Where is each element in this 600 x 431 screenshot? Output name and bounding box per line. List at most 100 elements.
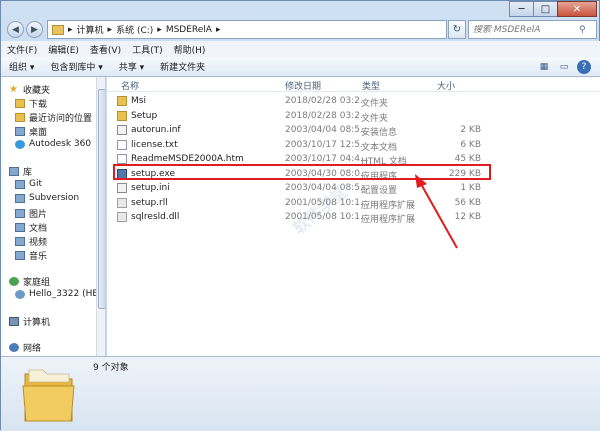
- sidebar-scrollbar[interactable]: [96, 77, 105, 356]
- sidebar-item-git[interactable]: Git: [15, 179, 42, 189]
- breadcrumb-separator: ▸: [68, 24, 73, 35]
- file-date: 2003/04/04 08:5...: [285, 125, 369, 135]
- homegroup-icon: [9, 277, 19, 286]
- menu-edit[interactable]: 编辑(E): [48, 43, 79, 56]
- sidebar-item-music[interactable]: 音乐: [15, 249, 47, 262]
- file-row[interactable]: autorun.inf 2003/04/04 08:5... 安装信息 2 KB: [115, 123, 489, 138]
- star-icon: ★: [9, 84, 18, 95]
- sidebar-homegroup[interactable]: 家庭组: [9, 275, 50, 288]
- search-box[interactable]: ⚲: [468, 20, 597, 39]
- file-name: sqlresld.dll: [131, 212, 180, 222]
- help-icon[interactable]: ?: [577, 60, 591, 74]
- sidebar-item-label: Autodesk 360: [29, 139, 92, 149]
- view-controls: ▦ ▭ ?: [531, 60, 591, 74]
- file-row[interactable]: Setup 2018/02/28 03:2... 文件夹: [115, 109, 489, 124]
- address-row: ◀ ▶ ▸ 计算机 ▸ 系统 (C:) ▸ MSDERelA ▸ ↻ ⚲: [5, 19, 597, 41]
- videos-icon: [15, 237, 25, 246]
- organize-button[interactable]: 组织 ▾: [9, 60, 34, 73]
- folder-icon: [117, 110, 127, 121]
- file-row[interactable]: license.txt 2003/10/17 12:5... 文本文档 6 KB: [115, 138, 489, 153]
- window-controls: ─ □ ✕: [509, 1, 597, 17]
- column-date[interactable]: 修改日期: [285, 79, 321, 92]
- maximize-button[interactable]: □: [533, 1, 558, 17]
- navigation-pane: ★ 收藏夹 下载 最近访问的位置 桌面 Autodesk 360 库 Git S…: [1, 77, 106, 356]
- view-options-icon[interactable]: ▦: [537, 60, 551, 74]
- menu-help[interactable]: 帮助(H): [174, 43, 206, 56]
- command-bar: 组织 ▾ 包含到库中 ▾ 共享 ▾ 新建文件夹 ▦ ▭ ?: [1, 57, 600, 77]
- file-date: 2001/05/08 10:1...: [285, 212, 369, 222]
- sidebar-item-label: Subversion: [29, 193, 80, 203]
- breadcrumb-separator: ▸: [107, 24, 113, 35]
- share-button[interactable]: 共享 ▾: [119, 60, 144, 73]
- sidebar-item-hello[interactable]: Hello_3322 (HEL: [15, 289, 103, 299]
- sidebar-item-subversion[interactable]: Subversion: [15, 193, 79, 203]
- search-icon[interactable]: ⚲: [579, 25, 586, 35]
- sidebar-item-videos[interactable]: 视频: [15, 235, 47, 248]
- breadcrumb-computer[interactable]: 计算机: [77, 23, 104, 36]
- menu-tools[interactable]: 工具(T): [132, 43, 163, 56]
- breadcrumb-drive[interactable]: 系统 (C:): [116, 23, 153, 36]
- file-name: setup.ini: [131, 183, 170, 193]
- file-size: 6 KB: [460, 139, 481, 150]
- annotation-arrow: [415, 174, 458, 249]
- file-name: Msi: [131, 96, 146, 106]
- column-size[interactable]: 大小: [437, 79, 455, 92]
- sidebar-item-documents[interactable]: 文档: [15, 221, 47, 234]
- documents-icon: [15, 223, 25, 232]
- file-type: 文件夹: [361, 99, 389, 109]
- scrollbar-thumb[interactable]: [98, 89, 105, 309]
- sidebar-item-label: 家庭组: [23, 278, 51, 288]
- back-button[interactable]: ◀: [7, 21, 24, 38]
- address-bar[interactable]: ▸ 计算机 ▸ 系统 (C:) ▸ MSDERelA ▸: [47, 20, 447, 39]
- search-input[interactable]: [469, 24, 579, 35]
- sidebar-network[interactable]: 网络: [9, 341, 41, 354]
- sidebar-item-downloads[interactable]: 下载: [15, 97, 47, 110]
- folder-icon: [22, 369, 75, 422]
- sidebar-item-label: 桌面: [29, 128, 48, 138]
- sidebar-item-label: 网络: [23, 344, 42, 354]
- preview-pane-icon[interactable]: ▭: [557, 60, 571, 74]
- sidebar-item-pictures[interactable]: 图片: [15, 207, 47, 220]
- rll-file-icon: [117, 197, 127, 208]
- git-library-icon: [15, 179, 25, 189]
- user-icon: [15, 289, 25, 299]
- desktop-icon: [15, 127, 25, 136]
- file-date: 2003/04/04 08:5...: [285, 183, 369, 193]
- file-type: 安装信息: [361, 128, 398, 138]
- downloads-folder-icon: [15, 99, 25, 108]
- sidebar-item-desktop[interactable]: 桌面: [15, 125, 47, 138]
- breadcrumb-separator: ▸: [157, 24, 162, 35]
- include-in-library-button[interactable]: 包含到库中 ▾: [50, 60, 102, 73]
- menu-bar: 文件(F) 编辑(E) 查看(V) 工具(T) 帮助(H): [1, 41, 600, 57]
- sidebar-libraries[interactable]: 库: [9, 165, 32, 178]
- text-file-icon: [117, 139, 127, 150]
- sidebar-computer[interactable]: 计算机: [9, 315, 50, 328]
- sidebar-favorites[interactable]: ★ 收藏夹: [9, 83, 50, 97]
- file-name: ReadmeMSDE2000A.htm: [131, 154, 244, 164]
- breadcrumb-folder[interactable]: MSDERelA: [166, 25, 212, 35]
- new-folder-button[interactable]: 新建文件夹: [160, 60, 205, 73]
- sidebar-item-label: Hello_3322 (HEL: [29, 289, 104, 299]
- sidebar-item-label: 视频: [29, 238, 48, 248]
- file-list: 名称 修改日期 类型 大小 Msi 2018/02/28 03:2... 文件夹 Se…: [107, 77, 600, 356]
- explorer-window: ─ □ ✕ ◀ ▶ ▸ 计算机 ▸ 系统 (C:) ▸ MSDERelA ▸ ↻…: [0, 0, 600, 431]
- file-size: 2 KB: [460, 125, 481, 135]
- column-name[interactable]: 名称: [121, 79, 139, 92]
- minimize-button[interactable]: ─: [509, 1, 534, 17]
- sidebar-item-recent[interactable]: 最近访问的位置: [15, 111, 92, 124]
- close-button[interactable]: ✕: [557, 1, 597, 17]
- column-headers: 名称 修改日期 类型 大小: [107, 77, 600, 92]
- menu-file[interactable]: 文件(F): [7, 43, 37, 56]
- file-row[interactable]: Msi 2018/02/28 03:2... 文件夹: [115, 94, 489, 109]
- file-name: autorun.inf: [131, 125, 181, 135]
- sidebar-item-label: 最近访问的位置: [29, 114, 93, 124]
- sidebar-item-autodesk[interactable]: Autodesk 360: [15, 139, 91, 149]
- menu-view[interactable]: 查看(V): [90, 43, 121, 56]
- forward-button[interactable]: ▶: [26, 21, 43, 38]
- html-file-icon: [117, 154, 127, 164]
- sidebar-item-label: 库: [23, 168, 33, 178]
- file-name: setup.rll: [131, 197, 168, 208]
- refresh-icon[interactable]: ↻: [448, 20, 466, 39]
- column-type[interactable]: 类型: [362, 79, 380, 92]
- subversion-library-icon: [15, 193, 25, 203]
